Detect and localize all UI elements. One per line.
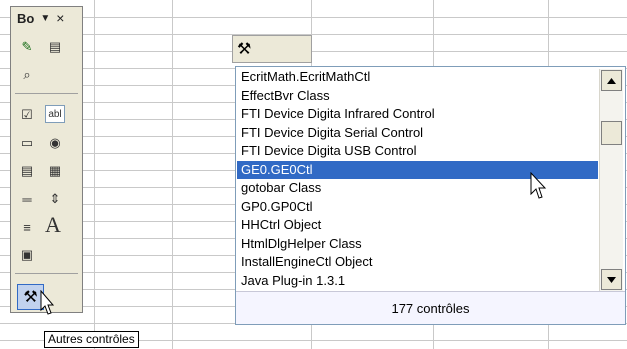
spin-button-icon[interactable]: ⇕ [45, 189, 65, 209]
view-code-icon[interactable]: ⌕ [17, 65, 37, 85]
properties-icon[interactable]: ▤ [45, 37, 65, 57]
more-controls-header: ⚒ [232, 35, 312, 63]
list-item[interactable]: EffectBvr Class [237, 87, 598, 106]
list-item[interactable]: InstallEngineCtl Object [237, 253, 598, 272]
design-mode-icon[interactable]: ✎ [17, 37, 37, 57]
list-item[interactable]: HtmlDlgHelper Class [237, 235, 598, 254]
tools-icon: ⚒ [23, 289, 38, 306]
command-button-icon[interactable]: ▭ [17, 133, 37, 153]
list-item[interactable]: FTI Device Digita Serial Control [237, 124, 598, 143]
scroll-bar-icon[interactable]: ≡ [17, 217, 37, 237]
list-scrollbar[interactable] [599, 69, 623, 291]
list-item[interactable]: FTI Device Digita Infrared Control [237, 105, 598, 124]
tools-icon: ⚒ [237, 41, 252, 58]
listbox-icon[interactable]: ▤ [17, 161, 37, 181]
mouse-pointer-icon [40, 290, 55, 315]
toolbox-divider [15, 273, 78, 274]
checkbox-icon[interactable]: ☑ [17, 105, 37, 125]
image-icon[interactable]: ▣ [17, 245, 37, 265]
scroll-down-button[interactable] [601, 269, 622, 290]
controls-count: 177 contrôles [236, 291, 625, 324]
control-toolbox: Bo ▼ × ✎ ▤ ⌕ ☑ abl ▭ ◉ ▤ ▦ ═ ⇕ ≡ A ▣ ⚒ [10, 6, 83, 313]
list-item[interactable]: FTI Device Digita USB Control [237, 142, 598, 161]
option-button-icon[interactable]: ◉ [45, 133, 65, 153]
label-icon[interactable]: A [43, 212, 63, 237]
chevron-down-icon[interactable]: ▼ [40, 13, 50, 24]
toggle-button-icon[interactable]: ═ [17, 189, 37, 209]
scroll-up-button[interactable] [601, 70, 622, 91]
tooltip: Autres contrôles [44, 331, 139, 348]
more-controls-popup: EcritMath.EcritMathCtl EffectBvr Class F… [235, 66, 626, 325]
toolbox-titlebar[interactable]: Bo ▼ × [11, 7, 82, 29]
list-item[interactable]: HHCtrl Object [237, 216, 598, 235]
scroll-thumb[interactable] [601, 121, 622, 145]
arrow-up-icon [607, 77, 616, 84]
toolbox-title: Bo [17, 10, 35, 26]
combobox-icon[interactable]: ▦ [45, 161, 65, 181]
list-item[interactable]: Java Plug-in 1.3.1 [237, 272, 598, 291]
toolbox-divider [15, 93, 78, 94]
list-item[interactable]: EcritMath.EcritMathCtl [237, 68, 598, 87]
list-item[interactable]: GP0.GP0Ctl [237, 198, 598, 217]
textbox-icon[interactable]: abl [45, 105, 65, 123]
arrow-down-icon [607, 276, 616, 283]
mouse-pointer-icon [530, 172, 547, 199]
close-icon[interactable]: × [56, 10, 64, 26]
